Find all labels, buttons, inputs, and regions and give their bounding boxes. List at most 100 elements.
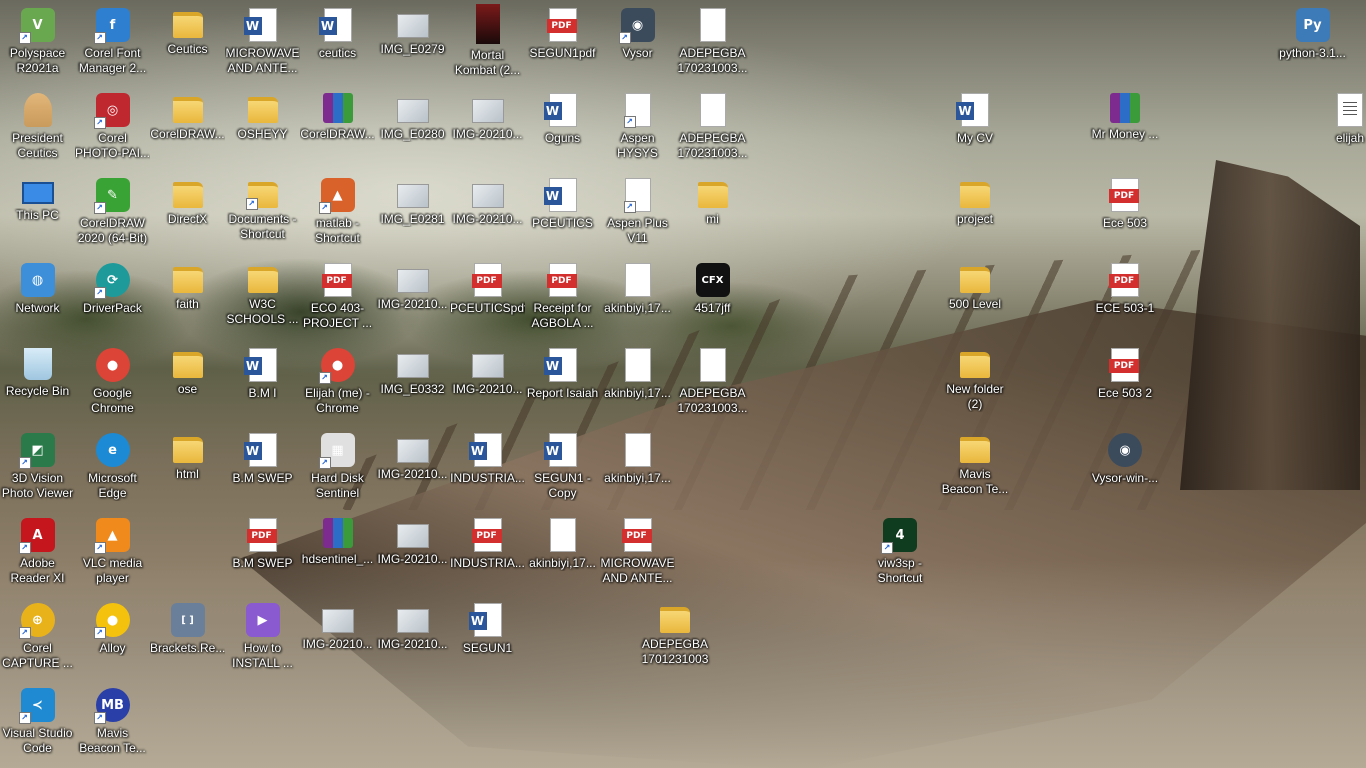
desktop-icon[interactable]: hdsentinel_...: [300, 510, 375, 595]
desktop-icon[interactable]: ▲ ↗ matlab - Shortcut: [300, 170, 375, 255]
desktop-icon[interactable]: PCEUTICS: [525, 170, 600, 255]
desktop-icon[interactable]: IMG-20210...: [375, 255, 450, 340]
desktop-icon[interactable]: Ece 503 2: [1088, 340, 1163, 425]
desktop-icon[interactable]: PCEUTICSpdf: [450, 255, 525, 340]
desktop-icon[interactable]: IMG_E0332: [375, 340, 450, 425]
desktop-icon[interactable]: akinbiyi,17...: [525, 510, 600, 595]
desktop-icon[interactable]: CFX 4517jff: [675, 255, 750, 340]
desktop-icon[interactable]: ose: [150, 340, 225, 425]
desktop-icon[interactable]: MICROWAVE AND ANTE...: [600, 510, 675, 595]
desktop-icon[interactable]: ✎ ↗ CorelDRAW 2020 (64-Bit): [75, 170, 150, 255]
desktop-icon[interactable]: ADEPEGBA 1701231003: [638, 595, 713, 680]
desktop-icon-label: IMG-20210...: [452, 382, 523, 396]
desktop-icon[interactable]: ◉ ↗ Vysor: [600, 0, 675, 85]
desktop-icon[interactable]: ● Google Chrome: [75, 340, 150, 425]
desktop-icon[interactable]: 4 ↗ viw3sp - Shortcut: [863, 510, 938, 595]
desktop-icon[interactable]: IMG_E0279: [375, 0, 450, 85]
desktop-icon[interactable]: IMG-20210...: [375, 510, 450, 595]
desktop-icon[interactable]: ECO 403- PROJECT ...: [300, 255, 375, 340]
icon-glyph: CFX: [701, 274, 724, 286]
shortcut-file-icon: ↗: [623, 178, 651, 213]
desktop-icon[interactable]: faith: [150, 255, 225, 340]
desktop-icon[interactable]: SEGUN1 - Copy: [525, 425, 600, 510]
desktop-icon[interactable]: 500 Level: [938, 255, 1013, 340]
desktop-icon[interactable]: This PC: [0, 170, 75, 255]
desktop-icon[interactable]: Recycle Bin: [0, 340, 75, 425]
desktop-icon[interactable]: President Ceutics: [0, 85, 75, 170]
desktop-icon[interactable]: Py python-3.1...: [1275, 0, 1350, 85]
desktop-icon[interactable]: MB ↗ Mavis Beacon Te...: [75, 680, 150, 765]
desktop-icon[interactable]: ADEPEGBA 170231003...: [675, 85, 750, 170]
desktop-icon-label: Mr Money ...: [1091, 127, 1159, 141]
desktop-icon[interactable]: ECE 503-1: [1088, 255, 1163, 340]
desktop-icon[interactable]: IMG-20210...: [300, 595, 375, 680]
desktop-icon[interactable]: ▶ How to INSTALL ...: [225, 595, 300, 680]
desktop-icon[interactable]: B.M SWEP: [225, 510, 300, 595]
desktop-icon[interactable]: W3C SCHOOLS ...: [225, 255, 300, 340]
desktop-icon[interactable]: elijah: [1313, 85, 1366, 170]
desktop-icon[interactable]: OSHEYY: [225, 85, 300, 170]
desktop-icon[interactable]: html: [150, 425, 225, 510]
desktop-icon[interactable]: ↗ Documents - Shortcut: [225, 170, 300, 255]
desktop-icon[interactable]: Mavis Beacon Te...: [938, 425, 1013, 510]
desktop-icon[interactable]: Receipt for AGBOLA ...: [525, 255, 600, 340]
desktop-icon-label: Report Isaiah: [526, 386, 599, 400]
desktop-icon[interactable]: Ece 503: [1088, 170, 1163, 255]
desktop-icon[interactable]: IMG_E0281: [375, 170, 450, 255]
desktop-icon[interactable]: ◍ Network: [0, 255, 75, 340]
desktop-icon[interactable]: ▲ ↗ VLC media player: [75, 510, 150, 595]
desktop-icon[interactable]: Mr Money ...: [1088, 85, 1163, 170]
desktop-icon[interactable]: ◎ ↗ Corel PHOTO-PAI...: [75, 85, 150, 170]
desktop-icon[interactable]: ▦ ↗ Hard Disk Sentinel: [300, 425, 375, 510]
desktop-icon[interactable]: ADEPEGBA 170231003...: [675, 340, 750, 425]
desktop-icon[interactable]: MICROWAVE AND ANTE...: [225, 0, 300, 85]
desktop-icon[interactable]: SEGUN1: [450, 595, 525, 680]
icon-glyph: ◍: [31, 272, 44, 288]
icon-glyph: ◎: [106, 102, 119, 118]
desktop-icon[interactable]: IMG-20210...: [450, 340, 525, 425]
desktop-icon[interactable]: Mortal Kombat (2...: [450, 0, 525, 85]
desktop-icon[interactable]: ↗ Aspen Plus V11: [600, 170, 675, 255]
desktop-icon[interactable]: DirectX: [150, 170, 225, 255]
desktop-icon[interactable]: ● ↗ Elijah (me) - Chrome: [300, 340, 375, 425]
desktop-icon[interactable]: ceutics: [300, 0, 375, 85]
desktop-icon[interactable]: akinbiyi,17...: [600, 255, 675, 340]
desktop-icon[interactable]: [ ] Brackets.Re...: [150, 595, 225, 680]
desktop-icon[interactable]: ● ↗ Alloy: [75, 595, 150, 680]
desktop-icon[interactable]: B.M I: [225, 340, 300, 425]
desktop-icon[interactable]: akinbiyi,17...: [600, 425, 675, 510]
desktop-icon[interactable]: e Microsoft Edge: [75, 425, 150, 510]
desktop-icon[interactable]: ◉ Vysor-win-...: [1088, 425, 1163, 510]
desktop-icon[interactable]: ≺ ↗ Visual Studio Code: [0, 680, 75, 765]
desktop-icon[interactable]: Oguns: [525, 85, 600, 170]
desktop-icon-label: IMG_E0281: [380, 212, 445, 226]
desktop-icon[interactable]: Report Isaiah: [525, 340, 600, 425]
desktop-icon[interactable]: V ↗ Polyspace R2021a: [0, 0, 75, 85]
desktop-icon-label: VLC media player: [82, 556, 143, 585]
desktop-icon[interactable]: IMG-20210...: [375, 425, 450, 510]
desktop-icon[interactable]: IMG_E0280: [375, 85, 450, 170]
desktop-icon[interactable]: ◩ ↗ 3D Vision Photo Viewer: [0, 425, 75, 510]
desktop-icon[interactable]: project: [938, 170, 1013, 255]
desktop-icon[interactable]: IMG-20210...: [375, 595, 450, 680]
desktop-icon[interactable]: ⟳ ↗ DriverPack: [75, 255, 150, 340]
desktop-icon[interactable]: CorelDRAW...: [150, 85, 225, 170]
desktop-icon[interactable]: New folder (2): [938, 340, 1013, 425]
desktop-icon[interactable]: CorelDRAW...: [300, 85, 375, 170]
desktop-icon-label: MICROWAVE AND ANTE...: [600, 556, 675, 585]
desktop-icon[interactable]: ADEPEGBA 170231003...: [675, 0, 750, 85]
desktop-icon[interactable]: ↗ Aspen HYSYS V11: [600, 85, 675, 170]
desktop-icon[interactable]: SEGUN1pdf: [525, 0, 600, 85]
desktop-icon[interactable]: Ceutics: [150, 0, 225, 85]
desktop-icon[interactable]: mi: [675, 170, 750, 255]
desktop-icon[interactable]: f ↗ Corel Font Manager 2...: [75, 0, 150, 85]
desktop-icon[interactable]: INDUSTRIA...: [450, 425, 525, 510]
desktop-icon[interactable]: IMG-20210...: [450, 85, 525, 170]
desktop-icon[interactable]: akinbiyi,17...: [600, 340, 675, 425]
desktop-icon[interactable]: IMG-20210...: [450, 170, 525, 255]
desktop-icon[interactable]: B.M SWEP: [225, 425, 300, 510]
desktop-icon[interactable]: ⊕ ↗ Corel CAPTURE ...: [0, 595, 75, 680]
desktop-icon[interactable]: INDUSTRIA...: [450, 510, 525, 595]
desktop-icon[interactable]: My CV: [938, 85, 1013, 170]
desktop-icon[interactable]: A ↗ Adobe Reader XI: [0, 510, 75, 595]
